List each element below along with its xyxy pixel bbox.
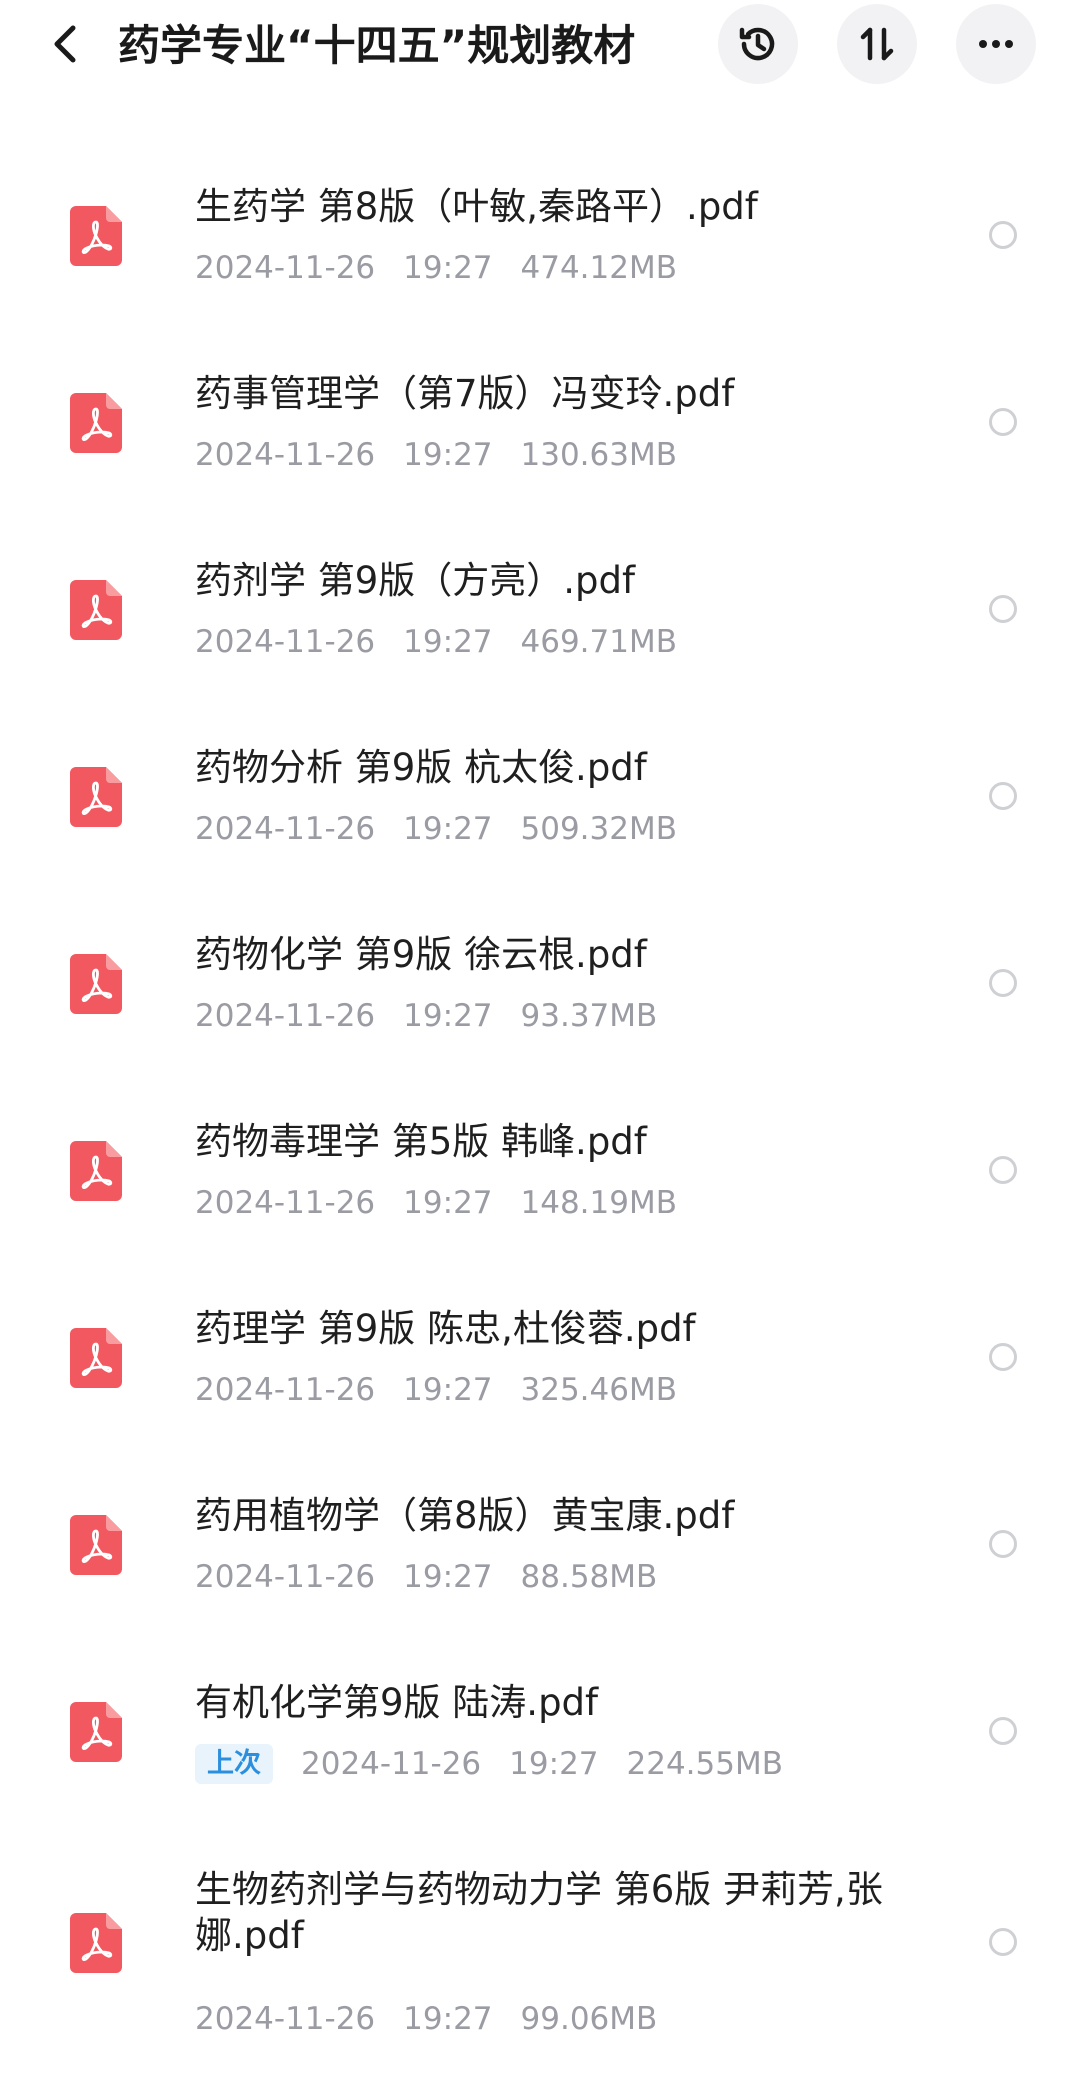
file-item[interactable]: 药用植物学（第8版）黄宝康.pdf 2024-11-26 19:27 88.58… [0,1449,1080,1636]
file-item[interactable]: 生物药剂学与药物动力学 第6版 尹莉芳,张娜.pdf 2024-11-26 19… [0,1823,1080,2058]
file-meta: 2024-11-26 19:27 474.12MB [195,248,677,288]
file-item[interactable]: 生药学 第8版（叶敏,秦路平）.pdf 2024-11-26 19:27 474… [0,140,1080,327]
history-icon [739,27,775,61]
file-date: 2024-11-26 [195,437,376,473]
history-button[interactable] [718,4,798,84]
file-size: 509.32MB [520,811,677,847]
sort-icon [860,27,894,61]
file-name: 药物分析 第9版 杭太俊.pdf [195,746,647,789]
page-title: 药学专业“十四五”规划教材 [118,21,636,70]
file-meta: 2024-11-26 19:27 130.63MB [195,435,677,475]
select-radio[interactable] [989,782,1017,810]
file-date: 2024-11-26 [195,998,376,1034]
pdf-file-icon [70,954,122,1014]
file-item[interactable]: 药物化学 第9版 徐云根.pdf 2024-11-26 19:27 93.37M… [0,888,1080,1075]
select-radio[interactable] [989,1156,1017,1184]
file-meta: 2024-11-26 19:27 88.58MB [195,1557,657,1597]
file-time: 19:27 [403,1185,493,1221]
top-bar: 药学专业“十四五”规划教材 [0,0,1080,92]
file-item[interactable]: 药物分析 第9版 杭太俊.pdf 2024-11-26 19:27 509.32… [0,701,1080,888]
pdf-file-icon [70,1913,122,1973]
file-time: 19:27 [403,437,493,473]
file-item[interactable]: 药剂学 第9版（方亮）.pdf 2024-11-26 19:27 469.71M… [0,514,1080,701]
file-meta: 上次 2024-11-26 19:27 224.55MB [195,1744,783,1784]
file-name: 药物毒理学 第5版 韩峰.pdf [195,1120,647,1163]
select-radio[interactable] [989,1717,1017,1745]
file-date: 2024-11-26 [195,811,376,847]
file-size: 93.37MB [520,998,658,1034]
select-radio[interactable] [989,1530,1017,1558]
select-radio[interactable] [989,969,1017,997]
pdf-file-icon [70,1515,122,1575]
file-name: 有机化学第9版 陆涛.pdf [195,1681,599,1724]
file-size: 469.71MB [520,624,677,660]
file-time: 19:27 [403,1372,493,1408]
pdf-file-icon [70,1328,122,1388]
select-radio[interactable] [989,408,1017,436]
file-size: 99.06MB [520,2001,658,2037]
file-item[interactable]: 药物毒理学 第5版 韩峰.pdf 2024-11-26 19:27 148.19… [0,1075,1080,1262]
file-size: 148.19MB [520,1185,677,1221]
file-size: 88.58MB [520,1559,658,1595]
pdf-file-icon [70,580,122,640]
file-date: 2024-11-26 [301,1746,482,1782]
file-time: 19:27 [403,624,493,660]
file-date: 2024-11-26 [195,2001,376,2037]
file-date: 2024-11-26 [195,1185,376,1221]
file-name: 药用植物学（第8版）黄宝康.pdf [195,1494,735,1537]
file-list: 生药学 第8版（叶敏,秦路平）.pdf 2024-11-26 19:27 474… [0,140,1080,2058]
back-arrow-icon [54,25,76,63]
file-size: 130.63MB [520,437,677,473]
file-name: 生药学 第8版（叶敏,秦路平）.pdf [195,185,758,228]
file-date: 2024-11-26 [195,624,376,660]
select-radio[interactable] [989,595,1017,623]
select-radio[interactable] [989,1928,1017,1956]
file-date: 2024-11-26 [195,250,376,286]
last-opened-badge: 上次 [195,1744,273,1784]
file-item[interactable]: 药理学 第9版 陈忠,杜俊蓉.pdf 2024-11-26 19:27 325.… [0,1262,1080,1449]
more-button[interactable] [956,4,1036,84]
pdf-file-icon [70,1141,122,1201]
file-time: 19:27 [403,250,493,286]
sort-button[interactable] [837,4,917,84]
file-time: 19:27 [403,1559,493,1595]
select-radio[interactable] [989,221,1017,249]
file-size: 224.55MB [626,1746,783,1782]
file-size: 474.12MB [520,250,677,286]
file-time: 19:27 [403,998,493,1034]
file-meta: 2024-11-26 19:27 469.71MB [195,622,677,662]
pdf-file-icon [70,1702,122,1762]
file-item[interactable]: 药事管理学（第7版）冯变玲.pdf 2024-11-26 19:27 130.6… [0,327,1080,514]
file-meta: 2024-11-26 19:27 99.06MB [195,1999,657,2039]
select-radio[interactable] [989,1343,1017,1371]
file-date: 2024-11-26 [195,1559,376,1595]
file-meta: 2024-11-26 19:27 148.19MB [195,1183,677,1223]
file-meta: 2024-11-26 19:27 509.32MB [195,809,677,849]
file-time: 19:27 [509,1746,599,1782]
file-name: 药事管理学（第7版）冯变玲.pdf [195,372,735,415]
file-size: 325.46MB [520,1372,677,1408]
file-name: 药剂学 第9版（方亮）.pdf [195,559,636,602]
more-icon [979,40,1013,48]
file-item[interactable]: 有机化学第9版 陆涛.pdf 上次 2024-11-26 19:27 224.5… [0,1636,1080,1823]
pdf-file-icon [70,767,122,827]
file-time: 19:27 [403,811,493,847]
file-meta: 2024-11-26 19:27 325.46MB [195,1370,677,1410]
file-name: 生物药剂学与药物动力学 第6版 尹莉芳,张娜.pdf [195,1868,883,1957]
back-button[interactable] [40,18,92,70]
file-name: 药理学 第9版 陈忠,杜俊蓉.pdf [195,1307,696,1350]
file-meta: 2024-11-26 19:27 93.37MB [195,996,657,1036]
pdf-file-icon [70,206,122,266]
file-time: 19:27 [403,2001,493,2037]
file-date: 2024-11-26 [195,1372,376,1408]
file-name: 药物化学 第9版 徐云根.pdf [195,933,647,976]
pdf-file-icon [70,393,122,453]
